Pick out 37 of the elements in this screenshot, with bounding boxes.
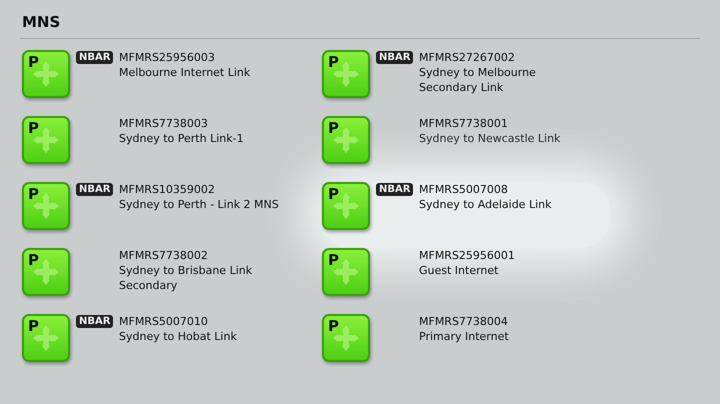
link-status-icon[interactable]: P — [322, 116, 370, 164]
link-id: MFMRS7738003 — [119, 116, 209, 131]
link-id: MFMRS25956003 — [119, 50, 216, 65]
link-name: Guest Internet — [419, 263, 500, 278]
link-status-icon[interactable]: P — [322, 182, 370, 230]
link-name: Sydney to Adelaide Link — [419, 197, 552, 212]
nbar-badge: NBAR — [76, 51, 113, 64]
link-id: MFMRS7738004 — [419, 314, 509, 329]
link-name: Sydney to Perth Link-1 — [119, 131, 244, 146]
link-status-icon[interactable]: P — [322, 50, 370, 98]
link-status-icon[interactable]: P — [22, 314, 70, 362]
link-name: Sydney to Perth - Link 2 MNS — [119, 197, 279, 212]
link-id: MFMRS5007010 — [119, 314, 209, 329]
nbar-badge: NBAR — [76, 315, 113, 328]
link-name: Sydney to Hobat Link — [119, 329, 237, 344]
link-id: MFMRS5007008 — [419, 182, 509, 197]
link-status-icon[interactable]: P — [22, 116, 70, 164]
nbar-badge: NBAR — [376, 51, 413, 64]
nbar-badge: NBAR — [76, 183, 113, 196]
link-id: MFMRS25956001 — [419, 248, 515, 263]
link-status-icon[interactable]: P — [22, 50, 70, 98]
link-id: MFMRS27267002 — [419, 50, 516, 65]
link-name: Sydney to Melbourne Secondary Link — [419, 65, 537, 95]
link-name: Primary Internet — [419, 329, 509, 344]
link-id: MFMRS10359002 — [119, 182, 216, 197]
link-name: Melbourne Internet Link — [119, 65, 250, 80]
link-id: MFMRS7738001 — [419, 116, 509, 131]
link-id: MFMRS7738002 — [119, 248, 209, 263]
section-title: MNS — [21, 12, 62, 33]
link-name: Sydney to Newcastle Link — [419, 131, 560, 146]
link-status-icon[interactable]: P — [322, 248, 370, 296]
link-status-icon[interactable]: P — [22, 248, 70, 296]
link-status-icon[interactable]: P — [22, 182, 70, 230]
link-status-icon[interactable]: P — [322, 314, 370, 362]
nbar-badge: NBAR — [376, 183, 413, 196]
link-item-highlight[interactable]: P NBAR MFMRS5007008 Sydney to Adelaide Link — [320, 182, 610, 248]
link-name: Sydney to Brisbane Link Secondary — [119, 263, 254, 293]
